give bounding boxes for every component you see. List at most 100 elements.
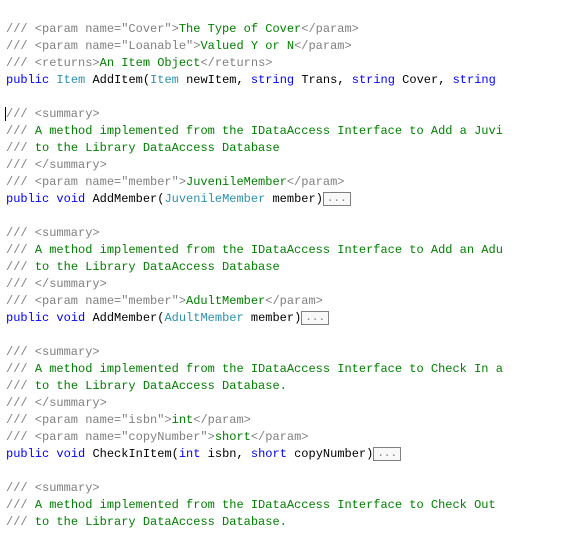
xml-doc-tag: ///: [6, 124, 35, 138]
param: member: [251, 311, 294, 325]
param: Cover: [402, 73, 438, 87]
xml-doc-tag: </param>: [301, 22, 359, 36]
code-line: /// A method implemented from the IDataA…: [6, 361, 560, 378]
code-line: /// <returns>An Item Object</returns>: [6, 55, 560, 72]
keyword: void: [56, 447, 85, 461]
xml-doc-text: to the Library DataAccess Database.: [35, 379, 287, 393]
xml-doc-text: The Type of Cover: [179, 22, 301, 36]
xml-doc-text: A method implemented from the IDataAcces…: [35, 124, 503, 138]
code-line: /// <param name="member">JuvenileMember<…: [6, 174, 560, 191]
code-line: /// to the Library DataAccess Database.: [6, 514, 560, 531]
code-block-checkout: /// <summary> /// A method implemented f…: [6, 480, 560, 531]
xml-doc-tag: </param>: [265, 294, 323, 308]
code-line: public void AddMember(JuvenileMember mem…: [6, 191, 560, 208]
code-block-checkinitem: /// <summary> /// A method implemented f…: [6, 344, 560, 463]
xml-doc-tag: </param>: [287, 175, 345, 189]
code-line: /// A method implemented from the IDataA…: [6, 497, 560, 514]
collapse-toggle[interactable]: ...: [373, 447, 401, 461]
keyword: string: [453, 73, 496, 87]
xml-doc-tag: ///: [6, 362, 35, 376]
xml-doc-text: AdultMember: [186, 294, 265, 308]
xml-doc-tag: /// <summary>: [6, 107, 100, 121]
xml-doc-tag: /// <summary>: [6, 226, 100, 240]
xml-doc-tag: ///: [6, 260, 35, 274]
xml-doc-tag: ///: [6, 243, 35, 257]
keyword: string: [251, 73, 294, 87]
xml-doc-tag: ///: [6, 498, 35, 512]
xml-doc-tag: ///: [6, 379, 35, 393]
keyword: public: [6, 192, 49, 206]
code-line: /// <summary>: [6, 106, 560, 123]
code-line: /// <summary>: [6, 344, 560, 361]
collapse-toggle[interactable]: ...: [301, 311, 329, 325]
code-line: /// <summary>: [6, 480, 560, 497]
code-block-addmember-adult: /// <summary> /// A method implemented f…: [6, 225, 560, 327]
xml-doc-tag: /// <returns>: [6, 56, 100, 70]
code-line: public Item AddItem(Item newItem, string…: [6, 72, 560, 89]
code-line: /// to the Library DataAccess Database: [6, 140, 560, 157]
param: member: [272, 192, 315, 206]
code-line: /// to the Library DataAccess Database.: [6, 378, 560, 395]
xml-doc-text: to the Library DataAccess Database: [35, 141, 280, 155]
code-line: /// </summary>: [6, 395, 560, 412]
param: Trans: [301, 73, 337, 87]
code-line: /// A method implemented from the IDataA…: [6, 242, 560, 259]
xml-doc-tag: /// <param name="Loanable">: [6, 39, 200, 53]
xml-doc-tag: /// <param name="Cover">: [6, 22, 179, 36]
code-line: /// <param name="Loanable">Valued Y or N…: [6, 38, 560, 55]
xml-doc-tag: /// <summary>: [6, 345, 100, 359]
param: newItem: [186, 73, 236, 87]
xml-doc-tag: /// <param name="member">: [6, 175, 186, 189]
xml-doc-text: A method implemented from the IDataAcces…: [35, 498, 496, 512]
xml-doc-tag: </param>: [251, 430, 309, 444]
type: AdultMember: [164, 311, 243, 325]
xml-doc-tag: ///: [6, 141, 35, 155]
code-line: /// <param name="member">AdultMember</pa…: [6, 293, 560, 310]
type: Item: [150, 73, 179, 87]
xml-doc-tag: /// </summary>: [6, 396, 107, 410]
keyword: int: [179, 447, 201, 461]
xml-doc-tag: /// </summary>: [6, 158, 107, 172]
xml-doc-text: short: [215, 430, 251, 444]
keyword: public: [6, 311, 49, 325]
code-line: /// <param name="isbn">int</param>: [6, 412, 560, 429]
method-name: CheckInItem: [92, 447, 171, 461]
param: isbn: [208, 447, 237, 461]
code-line: /// A method implemented from the IDataA…: [6, 123, 560, 140]
code-line: /// </summary>: [6, 157, 560, 174]
xml-doc-tag: </returns>: [200, 56, 272, 70]
xml-doc-tag: </param>: [193, 413, 251, 427]
xml-doc-text: A method implemented from the IDataAcces…: [35, 362, 503, 376]
code-line: public void AddMember(AdultMember member…: [6, 310, 560, 327]
type: JuvenileMember: [164, 192, 265, 206]
keyword: short: [251, 447, 287, 461]
xml-doc-text: Valued Y or N: [200, 39, 294, 53]
collapse-toggle[interactable]: ...: [323, 192, 351, 206]
xml-doc-text: int: [172, 413, 194, 427]
code-line: /// <summary>: [6, 225, 560, 242]
xml-doc-tag: /// </summary>: [6, 277, 107, 291]
xml-doc-tag: /// <param name="isbn">: [6, 413, 172, 427]
type: Item: [56, 73, 85, 87]
code-block-addmember-juvenile: /// <summary> /// A method implemented f…: [6, 106, 560, 208]
xml-doc-tag: /// <param name="member">: [6, 294, 186, 308]
code-line: /// to the Library DataAccess Database: [6, 259, 560, 276]
xml-doc-tag: /// <summary>: [6, 481, 100, 495]
xml-doc-text: A method implemented from the IDataAcces…: [35, 243, 503, 257]
keyword: string: [352, 73, 395, 87]
param: copyNumber: [294, 447, 366, 461]
xml-doc-text: JuvenileMember: [186, 175, 287, 189]
keyword: void: [56, 311, 85, 325]
code-line: /// <param name="Cover">The Type of Cove…: [6, 21, 560, 38]
xml-doc-tag: /// <param name="copyNumber">: [6, 430, 215, 444]
code-line: /// </summary>: [6, 276, 560, 293]
keyword: void: [56, 192, 85, 206]
code-line: public void CheckInItem(int isbn, short …: [6, 446, 560, 463]
xml-doc-tag: </param>: [294, 39, 352, 53]
xml-doc-text: to the Library DataAccess Database.: [35, 515, 287, 529]
method-name: AddMember: [92, 192, 157, 206]
keyword: public: [6, 73, 49, 87]
keyword: public: [6, 447, 49, 461]
xml-doc-tag: ///: [6, 515, 35, 529]
code-line: /// <param name="copyNumber">short</para…: [6, 429, 560, 446]
